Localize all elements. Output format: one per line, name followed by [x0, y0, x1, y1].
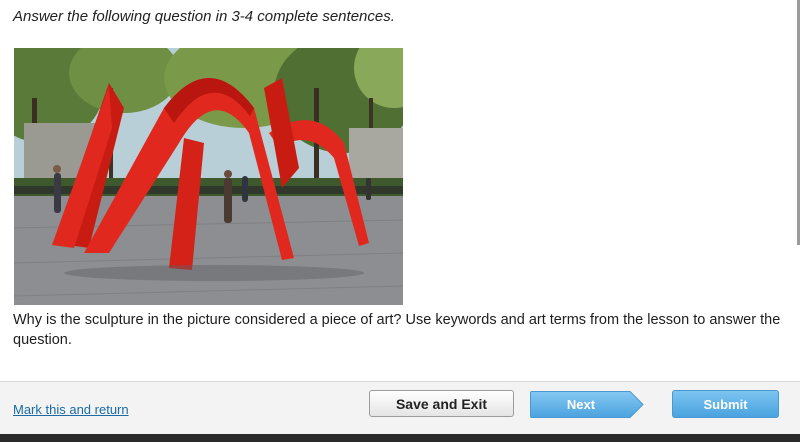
person: [224, 178, 232, 223]
shadow: [64, 265, 364, 281]
person-head: [224, 170, 232, 178]
instructions-text: Answer the following question in 3-4 com…: [13, 8, 395, 25]
submit-button[interactable]: Submit: [672, 390, 779, 418]
person-head: [53, 165, 61, 173]
question-text: Why is the sculpture in the picture cons…: [13, 312, 781, 348]
person: [242, 176, 248, 202]
bottom-edge-bar: [0, 434, 800, 442]
person: [366, 178, 371, 200]
save-exit-button[interactable]: Save and Exit: [369, 390, 514, 417]
footer-bar: Mark this and return Save and Exit Next …: [0, 381, 800, 435]
sculpture-photo: [14, 48, 403, 305]
next-button[interactable]: Next: [530, 391, 644, 418]
assessment-page: Answer the following question in 3-4 com…: [0, 0, 800, 442]
person: [54, 173, 61, 213]
next-label: Next: [566, 397, 596, 412]
mark-return-link[interactable]: Mark this and return: [13, 402, 129, 417]
